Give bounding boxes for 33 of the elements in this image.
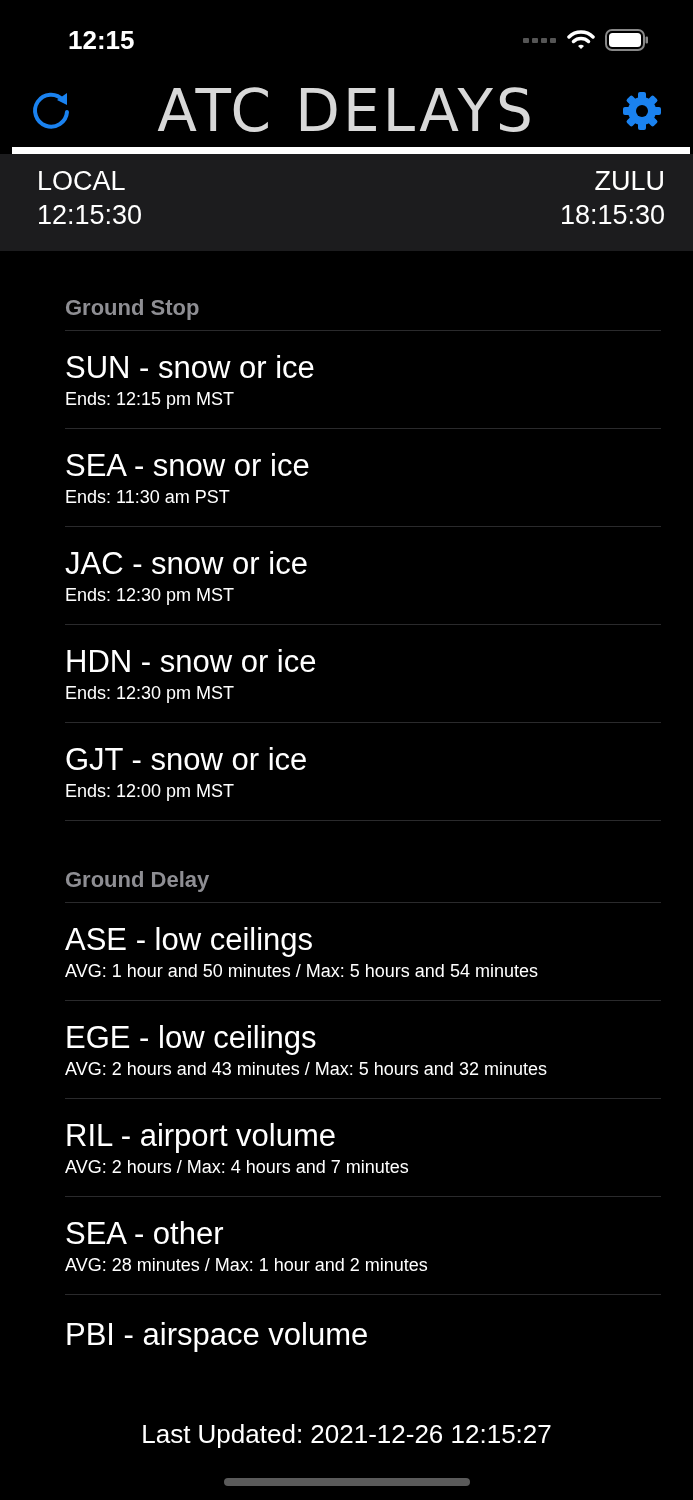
- delay-title: PBI - airspace volume: [65, 1317, 370, 1353]
- battery-icon: [605, 29, 649, 51]
- delay-title: SUN - snow or ice: [65, 349, 316, 386]
- delay-detail: Ends: 12:15 pm MST: [65, 388, 236, 410]
- section-header: Ground Delay: [65, 867, 661, 903]
- delay-detail: Ends: 12:00 pm MST: [65, 780, 236, 802]
- clock-label: LOCAL: [37, 166, 127, 197]
- clock-time: 18:15:30: [559, 200, 665, 231]
- delay-title: HDN - snow or ice: [65, 643, 318, 680]
- refresh-icon[interactable]: [30, 90, 72, 132]
- delay-detail: Ends: 11:30 am PST: [65, 486, 231, 508]
- delay-title: GJT - snow or ice: [65, 741, 309, 778]
- clock-time: 12:15:30: [37, 200, 143, 231]
- status-time: 12:15: [68, 24, 135, 56]
- last-updated: Last Updated: 2021-12-26 12:15:27: [141, 1419, 552, 1450]
- delay-title: EGE - low ceilings: [65, 1019, 318, 1056]
- delay-title: ASE - low ceilings: [65, 921, 315, 958]
- section-header: Ground Stop: [65, 295, 661, 331]
- delay-detail: AVG: 2 hours and 43 minutes / Max: 5 hours and 32 minutes: [65, 1058, 548, 1080]
- delay-detail: Ends: 12:30 pm MST: [65, 682, 236, 704]
- app-title: ATC DELAYS: [157, 82, 536, 140]
- settings-icon[interactable]: [621, 90, 663, 132]
- delay-title: SEA - other: [65, 1215, 225, 1252]
- delay-detail: AVG: 28 minutes / Max: 1 hour and 2 minutes: [65, 1254, 429, 1276]
- delay-title: RIL - airport volume: [65, 1117, 338, 1154]
- delay-title: SEA - snow or ice: [65, 447, 311, 484]
- signal-icon: [523, 36, 557, 44]
- wifi-icon: [567, 30, 595, 50]
- delay-detail: Ends: 12:30 pm MST: [65, 584, 236, 606]
- clock-label: ZULU: [594, 166, 665, 197]
- delay-detail: AVG: 2 hours / Max: 4 hours and 7 minutes: [65, 1156, 410, 1178]
- delay-detail: AVG: 1 hour and 50 minutes / Max: 5 hours and 54 minutes: [65, 960, 539, 982]
- delay-title: JAC - snow or ice: [65, 545, 309, 582]
